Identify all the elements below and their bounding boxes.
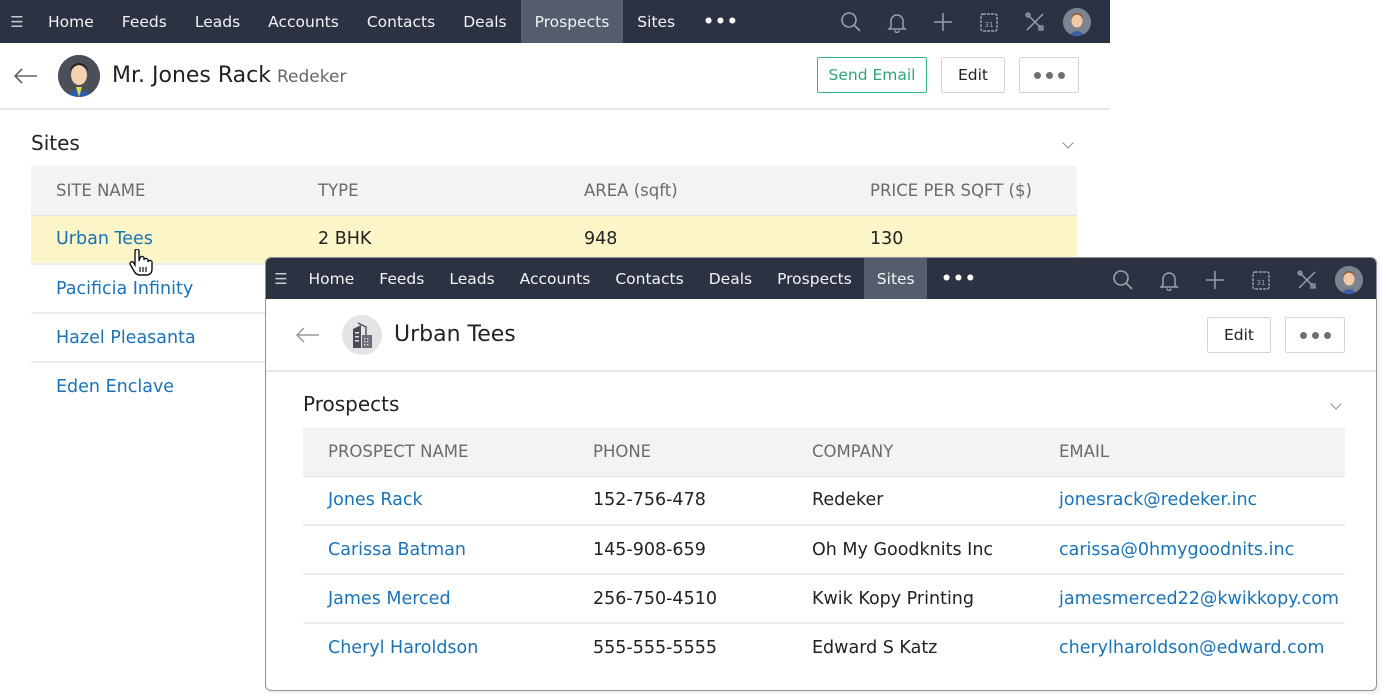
prospect-email-link[interactable]: cherylharoldson@edward.com — [1034, 623, 1345, 672]
prospect-name-link[interactable]: Cheryl Haroldson — [303, 623, 568, 672]
nav-more-button[interactable]: ••• — [927, 269, 991, 289]
building-icon — [342, 314, 382, 355]
site-name-link[interactable]: Hazel Pleasanta — [31, 313, 293, 363]
prospect-name-link[interactable]: James Merced — [303, 574, 568, 624]
record-title: Mr. Jones Rack — [112, 63, 271, 88]
record-header: Mr. Jones Rack Redeker Send Email Edit — [0, 43, 1110, 110]
nav-deals[interactable]: Deals — [449, 0, 520, 43]
nav-contacts[interactable]: Contacts — [603, 258, 696, 299]
nav-feeds[interactable]: Feeds — [108, 0, 181, 43]
column-header-company[interactable]: COMPANY — [787, 427, 1034, 477]
tools-icon[interactable] — [1284, 259, 1330, 300]
table-row[interactable]: Cheryl Haroldson 555-555-5555 Edward S K… — [303, 623, 1345, 672]
calendar-day: 31 — [1257, 279, 1266, 287]
column-header-type[interactable]: TYPE — [293, 166, 559, 216]
edit-button[interactable]: Edit — [1207, 317, 1271, 353]
search-icon[interactable] — [828, 0, 874, 43]
prospect-email-link[interactable]: jamesmerced22@kwikkopy.com — [1034, 574, 1345, 624]
table-row[interactable]: Carissa Batman 145-908-659 Oh My Goodkni… — [303, 525, 1345, 575]
column-header-area[interactable]: AREA (sqft) — [559, 166, 845, 216]
sites-section-title: Sites — [31, 131, 80, 155]
nav-prospects[interactable]: Prospects — [765, 258, 865, 299]
prospects-section: Prospects PROSPECT NAME PHONE COMPANY EM… — [303, 392, 1345, 672]
user-avatar[interactable] — [1330, 259, 1368, 300]
bell-icon[interactable] — [1146, 259, 1192, 300]
nav-leads[interactable]: Leads — [181, 0, 254, 43]
top-navigation: ☰ Home Feeds Leads Accounts Contacts Dea… — [0, 0, 1110, 43]
nav-deals[interactable]: Deals — [696, 258, 764, 299]
site-name-link[interactable]: Eden Enclave — [31, 362, 293, 411]
hamburger-menu-icon[interactable]: ☰ — [266, 270, 296, 288]
prospect-company: Redeker — [787, 476, 1034, 526]
calendar-icon[interactable]: 31 — [1238, 259, 1284, 300]
nav-accounts[interactable]: Accounts — [507, 258, 603, 299]
column-header-site-name[interactable]: SITE NAME — [31, 166, 293, 216]
site-name-link[interactable]: Pacificia Infinity — [31, 264, 293, 314]
nav-leads[interactable]: Leads — [437, 258, 507, 299]
table-row[interactable]: James Merced 256-750-4510 Kwik Kopy Prin… — [303, 574, 1345, 624]
plus-icon[interactable] — [1192, 259, 1238, 300]
prospect-phone: 145-908-659 — [568, 525, 787, 575]
nav-sites[interactable]: Sites — [864, 258, 928, 299]
prospect-phone: 152-756-478 — [568, 476, 787, 526]
prospect-name-link[interactable]: Jones Rack — [303, 476, 568, 526]
user-avatar-image — [1335, 265, 1363, 294]
back-arrow-icon[interactable] — [14, 67, 54, 84]
nav-accounts[interactable]: Accounts — [254, 0, 353, 43]
search-icon[interactable] — [1100, 259, 1146, 300]
table-header-row: SITE NAME TYPE AREA (sqft) PRICE PER SQF… — [31, 166, 1077, 216]
prospect-phone: 256-750-4510 — [568, 574, 787, 624]
nav-feeds[interactable]: Feeds — [367, 258, 437, 299]
prospect-phone: 555-555-5555 — [593, 638, 717, 658]
user-avatar-image — [1063, 7, 1091, 36]
contact-avatar — [58, 54, 100, 97]
prospects-section-title: Prospects — [303, 392, 400, 416]
calendar-icon[interactable]: 31 — [966, 0, 1012, 43]
calendar-day: 31 — [985, 21, 994, 29]
prospect-company: Edward S Katz — [812, 638, 938, 658]
nav-contacts[interactable]: Contacts — [353, 0, 449, 43]
prospect-email-link[interactable]: carissa@0hmygoodnits.inc — [1034, 525, 1345, 575]
more-dots-icon — [1299, 331, 1331, 339]
more-options-button[interactable] — [1019, 57, 1079, 93]
send-email-button[interactable]: Send Email — [817, 57, 927, 93]
prospects-table: PROSPECT NAME PHONE COMPANY EMAIL Jones … — [303, 427, 1345, 672]
column-header-prospect-name[interactable]: PROSPECT NAME — [303, 427, 568, 477]
table-row[interactable]: Jones Rack 152-756-478 Redeker jonesrack… — [303, 476, 1345, 526]
more-dots-icon — [1033, 71, 1065, 79]
column-header-email[interactable]: EMAIL — [1034, 427, 1345, 477]
record-title: Urban Tees — [394, 322, 516, 347]
top-navigation: ☰ Home Feeds Leads Accounts Contacts Dea… — [266, 258, 1376, 299]
record-header: Urban Tees Edit — [266, 299, 1376, 372]
prospect-name-link[interactable]: Carissa Batman — [303, 525, 568, 575]
user-avatar[interactable] — [1058, 0, 1096, 43]
nav-home[interactable]: Home — [34, 0, 108, 43]
more-options-button[interactable] — [1285, 317, 1345, 353]
bell-icon[interactable] — [874, 0, 920, 43]
nav-sites[interactable]: Sites — [623, 0, 689, 43]
nav-more-button[interactable]: ••• — [689, 12, 753, 32]
back-arrow-icon[interactable] — [296, 326, 336, 343]
tools-icon[interactable] — [1012, 0, 1058, 43]
prospect-email-link[interactable]: jonesrack@redeker.inc — [1034, 476, 1345, 526]
table-header-row: PROSPECT NAME PHONE COMPANY EMAIL — [303, 427, 1345, 477]
site-record-window: ☰ Home Feeds Leads Accounts Contacts Dea… — [265, 257, 1377, 691]
nav-prospects[interactable]: Prospects — [520, 0, 624, 43]
site-name-link[interactable]: Urban Tees — [31, 215, 293, 265]
nav-home[interactable]: Home — [296, 258, 367, 299]
column-header-phone[interactable]: PHONE — [568, 427, 787, 477]
prospect-company: Oh My Goodknits Inc — [787, 525, 1034, 575]
edit-button[interactable]: Edit — [941, 57, 1005, 93]
plus-icon[interactable] — [920, 0, 966, 43]
column-header-price[interactable]: PRICE PER SQFT ($) — [845, 166, 1077, 216]
record-company: Redeker — [277, 66, 347, 87]
prospect-company: Kwik Kopy Printing — [787, 574, 1034, 624]
hamburger-menu-icon[interactable]: ☰ — [0, 13, 34, 31]
